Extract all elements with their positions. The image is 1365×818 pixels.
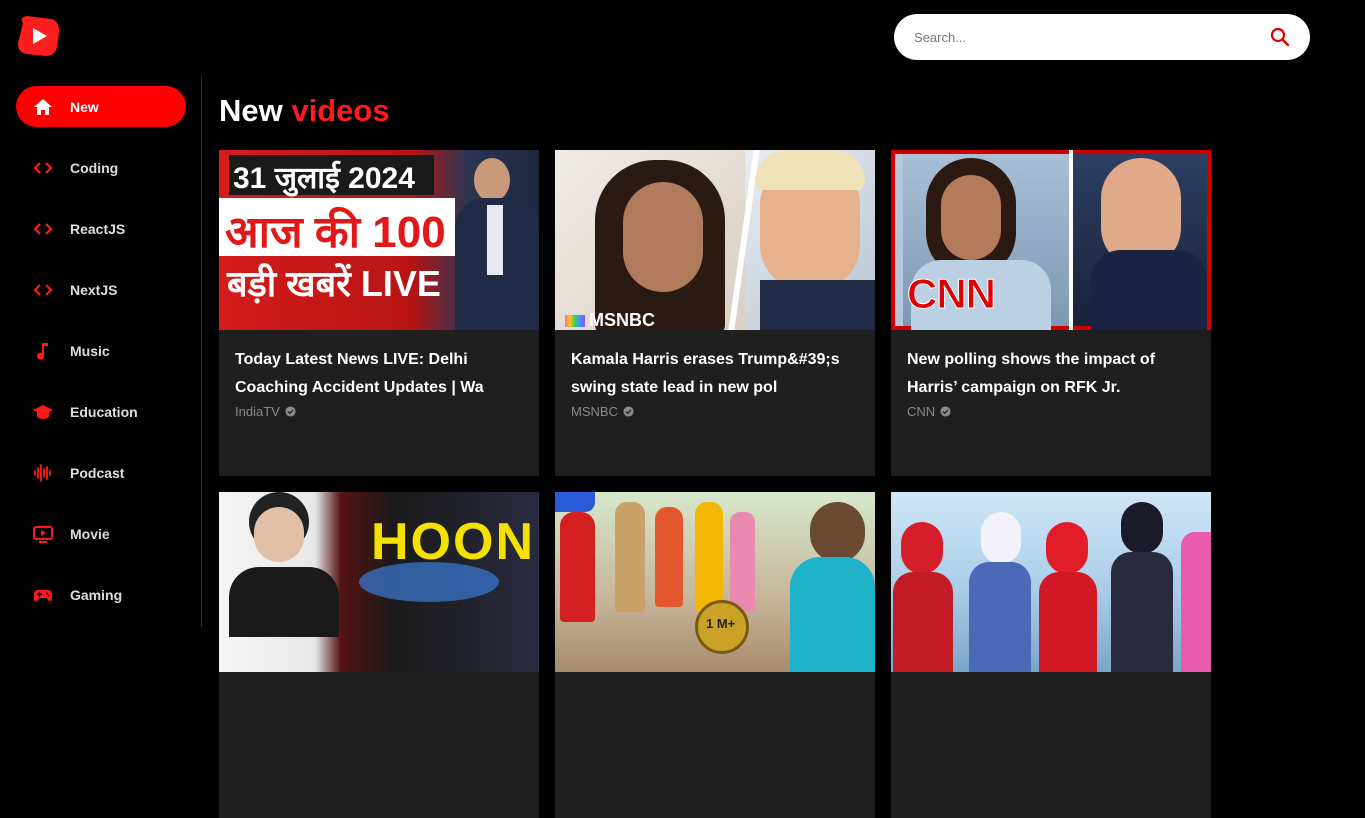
tv-play-icon (33, 524, 53, 544)
thumbnail-text: MSNBC (589, 310, 655, 330)
waveform-icon (33, 463, 53, 483)
sidebar: New Coding ReactJS NextJS Music Educatio… (0, 76, 202, 627)
sidebar-item-label: NextJS (70, 281, 118, 298)
thumbnail-text: 1 M+ (706, 616, 736, 631)
channel-name[interactable]: IndiaTV (219, 404, 539, 419)
channel-label: CNN (907, 404, 936, 419)
channel-label: IndiaTV (235, 404, 280, 419)
verified-check-icon (285, 406, 296, 417)
video-title[interactable]: New polling shows the impact of Harris’ … (891, 330, 1211, 402)
page-title: New videos (219, 93, 390, 129)
sidebar-item-label: Education (70, 403, 138, 420)
sidebar-item-movie[interactable]: Movie (16, 513, 186, 554)
sidebar-item-label: Coding (70, 159, 119, 176)
video-thumbnail[interactable]: 31 जुलाई 2024 आज की 100 बड़ी खबरें LIVE (219, 150, 539, 330)
sidebar-item-gaming[interactable]: Gaming (16, 574, 186, 615)
channel-label: MSNBC (571, 404, 618, 419)
sidebar-item-coding[interactable]: Coding (16, 147, 186, 188)
thumbnail-text: आज की 100 (225, 208, 446, 257)
app-logo[interactable] (15, 13, 61, 59)
sidebar-item-reactjs[interactable]: ReactJS (16, 208, 186, 249)
gamepad-icon (33, 585, 53, 605)
code-icon (33, 280, 53, 300)
sidebar-item-label: ReactJS (70, 220, 126, 237)
sidebar-item-label: Music (70, 342, 110, 359)
music-note-icon (33, 341, 53, 361)
video-thumbnail[interactable]: 1 M+ (555, 492, 875, 672)
graduation-cap-icon (33, 402, 53, 422)
code-icon (33, 219, 53, 239)
verified-check-icon (940, 406, 951, 417)
sidebar-item-label: New (70, 98, 99, 115)
thumbnail-text: CNN (907, 270, 997, 318)
video-title[interactable]: Kamala Harris erases Trump&#39;s swing s… (555, 330, 875, 402)
video-card[interactable] (891, 492, 1211, 818)
thumbnail-text: बड़ी खबरें LIVE (227, 263, 441, 304)
search-input[interactable] (912, 28, 1270, 46)
page-title-main: New (219, 93, 283, 128)
video-thumbnail[interactable]: MSNBC (555, 150, 875, 330)
sidebar-item-podcast[interactable]: Podcast (16, 452, 186, 493)
thumbnail-text: 31 जुलाई 2024 (233, 162, 415, 195)
page-title-accent: videos (291, 93, 390, 128)
search-icon[interactable] (1270, 27, 1290, 47)
verified-check-icon (623, 406, 634, 417)
video-card[interactable]: MSNBC Kamala Harris erases Trump&#39;s s… (555, 150, 875, 476)
sidebar-item-music[interactable]: Music (16, 330, 186, 371)
sidebar-item-nextjs[interactable]: NextJS (16, 269, 186, 310)
thumbnail-text: HOON (371, 513, 535, 571)
play-logo-icon (18, 16, 60, 56)
sidebar-item-label: Movie (70, 525, 110, 542)
video-thumbnail[interactable]: CNN (891, 150, 1211, 330)
sidebar-item-new[interactable]: New (16, 86, 186, 127)
video-card[interactable]: 1 M+ (555, 492, 875, 818)
sidebar-item-label: Podcast (70, 464, 125, 481)
video-card[interactable]: HOON (219, 492, 539, 818)
video-thumbnail[interactable] (891, 492, 1211, 672)
code-icon (33, 158, 53, 178)
sidebar-item-education[interactable]: Education (16, 391, 186, 432)
video-thumbnail[interactable]: HOON (219, 492, 539, 672)
video-title[interactable]: Today Latest News LIVE: Delhi Coaching A… (219, 330, 539, 402)
video-card[interactable]: 31 जुलाई 2024 आज की 100 बड़ी खबरें LIVE … (219, 150, 539, 476)
home-icon (33, 97, 53, 117)
search-bar[interactable] (894, 14, 1310, 60)
channel-name[interactable]: MSNBC (555, 404, 875, 419)
sidebar-item-label: Gaming (70, 586, 123, 603)
channel-name[interactable]: CNN (891, 404, 1211, 419)
video-card[interactable]: CNN New polling shows the impact of Harr… (891, 150, 1211, 476)
